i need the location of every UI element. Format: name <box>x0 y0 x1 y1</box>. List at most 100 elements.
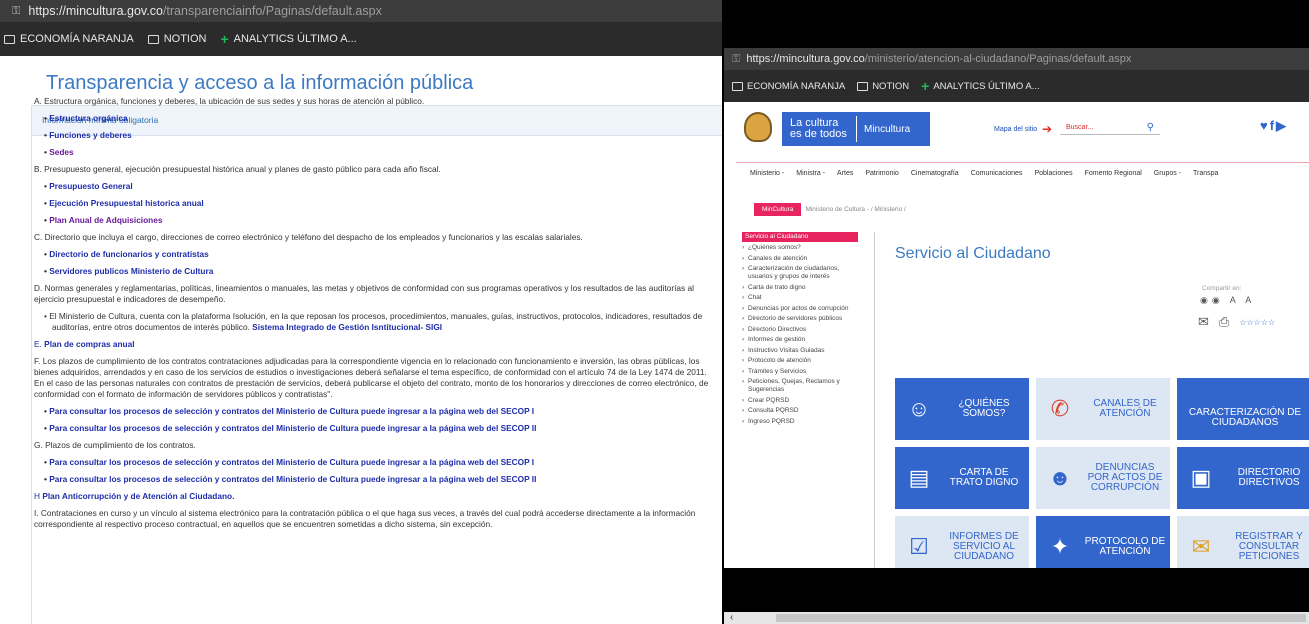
url-path: /ministerio/atencion-al-ciudadano/Pagina… <box>864 53 1132 65</box>
share-icons[interactable]: ◉◉ A A <box>1200 295 1255 306</box>
sidebar-item[interactable]: Peticiones, Quejas, Reclamos y Sugerenci… <box>742 378 858 394</box>
nav-item-ministra[interactable]: Ministra - <box>796 170 825 177</box>
rating-stars[interactable]: ☆☆☆☆☆ <box>1239 318 1275 327</box>
site-info-icon[interactable]: ⚿ <box>732 53 740 66</box>
sidebar-header[interactable]: Servicio al Ciudadano <box>742 232 858 242</box>
tile-carta-trato[interactable]: ▤ CARTA DE TRATO DIGNO <box>895 447 1029 509</box>
link-plan-anual[interactable]: Plan Anual de Adquisiciones <box>34 215 714 226</box>
link-sigi[interactable]: Sistema Integrado de Gestión Isntitucion… <box>252 322 442 332</box>
section-c-text: C. Directorio que incluya el cargo, dire… <box>34 232 583 242</box>
tile-protocolo[interactable]: ✦ PROTOCOLO DE ATENCIÓN <box>1036 516 1170 568</box>
scroll-thumb[interactable] <box>776 614 1306 622</box>
link-anticorrupcion[interactable]: Plan Anticorrupción y de Atención al Ciu… <box>42 491 234 501</box>
brand-bar[interactable]: La cultura es de todos Mincultura <box>782 112 930 146</box>
section-i-text: I. Contrataciones en curso y un vínculo … <box>34 508 696 529</box>
tile-directorio[interactable]: ▣ DIRECTORIO DIRECTIVOS <box>1177 447 1309 509</box>
tile-registrar[interactable]: ✉ REGISTRAR Y CONSULTAR PETICIONES <box>1177 516 1309 568</box>
sidebar-item[interactable]: Crear PQRSD <box>742 397 858 405</box>
section-h: H Plan Anticorrupción y de Atención al C… <box>34 491 235 501</box>
bookmark-analytics[interactable]: + ANALYTICS ÚLTIMO A... <box>921 78 1039 94</box>
horizontal-scrollbar[interactable]: ‹ <box>724 568 1309 624</box>
section-f-text: F. Los plazos de cumplimiento de los con… <box>34 356 709 399</box>
link-estructura[interactable]: Estructura orgánica <box>34 113 714 124</box>
sidebar-item[interactable]: Instructivo Visitas Guiadas <box>742 347 858 355</box>
page-content: La cultura es de todos Mincultura Mapa de… <box>724 102 1309 568</box>
nav-item-comunicaciones[interactable]: Comunicaciones <box>971 170 1023 177</box>
address-bar[interactable]: ⚿ https://mincultura.gov.co /transparenc… <box>0 0 722 22</box>
sidebar-item[interactable]: Canales de atención <box>742 255 858 263</box>
folder-icon <box>4 34 15 44</box>
nav-item-poblaciones[interactable]: Poblaciones <box>1034 170 1072 177</box>
bookmark-economia-naranja[interactable]: ECONOMÍA NARANJA <box>4 33 134 45</box>
bookmarks-bar: ECONOMÍA NARANJA NOTION + ANALYTICS ÚLTIM… <box>724 70 1309 102</box>
link-ejecucion[interactable]: Ejecución Presupuestal historica anual <box>34 198 714 209</box>
checklist-icon: ☑ <box>909 534 929 559</box>
sidebar-divider <box>874 232 875 568</box>
section-b-text: B. Presupuesto general, ejecución presup… <box>34 164 441 174</box>
sidebar-item[interactable]: Carta de trato digno <box>742 284 858 292</box>
sidebar-item[interactable]: ¿Quiénes somos? <box>742 244 858 252</box>
search-input[interactable]: Buscar... ⚲ <box>1060 122 1160 135</box>
sidebar-item[interactable]: Caracterización de ciudadanos, usuarios … <box>742 265 858 281</box>
sidebar-item[interactable]: Directorio de servidores públicos <box>742 315 858 323</box>
link-presupuesto[interactable]: Presupuesto General <box>34 181 714 192</box>
right-browser-window: ⚿ https://mincultura.gov.co /ministerio/… <box>724 0 1309 624</box>
link-funciones[interactable]: Funciones y deberes <box>34 130 714 141</box>
sidebar-item[interactable]: Ingreso PQRSD <box>742 418 858 426</box>
search-icon[interactable]: ⚲ <box>1147 122 1154 133</box>
link-secop-ii-g[interactable]: Para consultar los procesos de selección… <box>34 474 714 485</box>
sidebar-item[interactable]: Consulta PQRSD <box>742 407 858 415</box>
print-icon[interactable]: ⎙ <box>1219 314 1229 330</box>
sidebar-item[interactable]: Trámites y Servicios <box>742 368 858 376</box>
bookmark-notion[interactable]: NOTION <box>857 81 909 92</box>
nav-item-ministerio[interactable]: Ministerio - <box>750 170 784 177</box>
social-icons[interactable]: ♥f▶ <box>1260 118 1288 134</box>
section-a-text: A. Estructura orgánica, funciones y debe… <box>34 96 425 106</box>
info-list: A. Estructura orgánica, funciones y debe… <box>34 96 714 536</box>
header-divider <box>736 162 1309 163</box>
sidebar-item[interactable]: Protocolo de atención <box>742 357 858 365</box>
tile-informes[interactable]: ☑ INFORMES DE SERVICIO AL CIUDADANO <box>895 516 1029 568</box>
brand-slogan: La cultura es de todos <box>790 117 847 140</box>
sidebar-item[interactable]: Directorio Directivos <box>742 326 858 334</box>
address-bar[interactable]: ⚿ https://mincultura.gov.co /ministerio/… <box>724 48 1309 70</box>
brand-divider <box>856 116 857 142</box>
nav-item-fomento[interactable]: Fomento Regional <box>1085 170 1142 177</box>
brand-name: Mincultura <box>864 124 911 135</box>
arrow-right-icon: ➔ <box>1042 122 1053 136</box>
coat-of-arms-logo[interactable] <box>744 112 772 142</box>
folder-icon <box>857 81 869 91</box>
nav-item-transparencia[interactable]: Transpa <box>1193 170 1218 177</box>
sidebar-item[interactable]: Chat <box>742 294 858 302</box>
link-servidores[interactable]: Servidores publicos Ministerio de Cultur… <box>34 266 714 277</box>
nav-item-grupos[interactable]: Grupos - <box>1154 170 1181 177</box>
folder-icon <box>732 81 743 91</box>
site-info-icon[interactable]: ⚿ <box>12 5 20 18</box>
link-secop-ii[interactable]: Para consultar los procesos de selección… <box>34 423 714 434</box>
link-sedes[interactable]: Sedes <box>34 147 714 158</box>
page-title: Transparencia y acceso a la información … <box>46 72 474 94</box>
bookmarks-bar: ECONOMÍA NARANJA NOTION + ANALYTICS ÚLTIM… <box>0 22 722 56</box>
bookmark-economia-naranja[interactable]: ECONOMÍA NARANJA <box>732 81 845 92</box>
bookmark-analytics[interactable]: + ANALYTICS ÚLTIMO A... <box>220 31 356 47</box>
envelope-icon: ✉ <box>1191 534 1211 559</box>
nav-item-artes[interactable]: Artes <box>837 170 853 177</box>
scroll-left-icon[interactable]: ‹ <box>730 612 733 623</box>
sitemap-link[interactable]: Mapa del sitio <box>994 126 1037 133</box>
sidebar-item[interactable]: Denuncias por actos de corrupción <box>742 305 858 313</box>
link-secop-i-g[interactable]: Para consultar los procesos de selección… <box>34 457 714 468</box>
nav-item-patrimonio[interactable]: Patrimonio <box>865 170 898 177</box>
email-icon[interactable]: ✉ <box>1198 314 1209 330</box>
tile-quienes-somos[interactable]: ☺ ¿QUIÉNES SOMOS? <box>895 378 1029 440</box>
sidebar-item[interactable]: Informes de gestión <box>742 336 858 344</box>
link-directorio[interactable]: Directorio de funcionarios y contratista… <box>34 249 714 260</box>
tile-denuncias[interactable]: ☻ DENUNCIAS POR ACTOS DE CORRUPCIÓN <box>1036 447 1170 509</box>
link-plan-compras[interactable]: Plan de compras anual <box>44 339 134 349</box>
tile-canales[interactable]: ✆ CANALES DE ATENCIÓN <box>1036 378 1170 440</box>
tile-caracterizacion[interactable]: CARACTERIZACIÓN DE CIUDADANOS <box>1177 378 1309 440</box>
bookmark-notion[interactable]: NOTION <box>147 33 206 45</box>
link-secop-i[interactable]: Para consultar los procesos de selección… <box>34 406 714 417</box>
breadcrumb-path[interactable]: Ministerio de Cultura - / Ministerio / <box>805 206 905 213</box>
breadcrumb-home[interactable]: MinCultura <box>754 203 802 216</box>
nav-item-cinematografia[interactable]: Cinematografía <box>911 170 959 177</box>
